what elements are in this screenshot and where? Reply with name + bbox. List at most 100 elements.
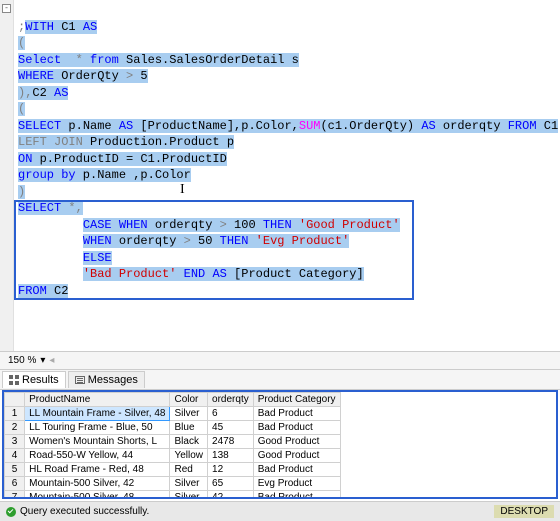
cell[interactable]: Good Product bbox=[253, 435, 340, 449]
split-handle[interactable]: ◂ bbox=[45, 355, 54, 366]
cell[interactable]: LL Touring Frame - Blue, 50 bbox=[25, 421, 170, 435]
table-row[interactable]: 1LL Mountain Frame - Silver, 48Silver6Ba… bbox=[5, 407, 341, 421]
t: AS bbox=[54, 86, 68, 100]
status-bar: Query executed successfully. DESKTOP bbox=[0, 501, 560, 521]
t: ( bbox=[18, 36, 25, 50]
annotation-box-sql bbox=[14, 200, 414, 300]
t: AS bbox=[119, 119, 133, 133]
t: 5 bbox=[133, 69, 147, 83]
zoom-value[interactable]: 150 % bbox=[4, 355, 40, 366]
table-row[interactable]: 7Mountain-500 Silver, 48Silver42Bad Prod… bbox=[5, 491, 341, 500]
cell[interactable]: Good Product bbox=[253, 449, 340, 463]
cell[interactable]: Bad Product bbox=[253, 421, 340, 435]
tab-results[interactable]: Results bbox=[2, 371, 66, 388]
t: ) bbox=[18, 185, 25, 199]
t: AS bbox=[83, 20, 97, 34]
col-orderqty[interactable]: orderqty bbox=[208, 393, 254, 407]
t: Production.Product p bbox=[83, 135, 234, 149]
t: Sales.SalesOrderDetail s bbox=[119, 53, 299, 67]
t: C1 bbox=[537, 119, 559, 133]
t: (c1.OrderQty) bbox=[320, 119, 421, 133]
col-rowhead[interactable] bbox=[5, 393, 25, 407]
row-number[interactable]: 5 bbox=[5, 463, 25, 477]
cell[interactable]: 65 bbox=[208, 477, 254, 491]
row-number[interactable]: 1 bbox=[5, 407, 25, 421]
cell[interactable]: Bad Product bbox=[253, 463, 340, 477]
cell[interactable]: 42 bbox=[208, 491, 254, 500]
row-number[interactable]: 4 bbox=[5, 449, 25, 463]
cell[interactable]: 2478 bbox=[208, 435, 254, 449]
t: [ProductName],p.Color, bbox=[133, 119, 299, 133]
fold-toggle[interactable]: - bbox=[2, 4, 11, 13]
t: AS bbox=[421, 119, 435, 133]
editor-gutter: - bbox=[0, 0, 14, 351]
row-number[interactable]: 6 bbox=[5, 477, 25, 491]
t: p.Name ,p.Color bbox=[76, 168, 191, 182]
header-row: ProductName Color orderqty Product Categ… bbox=[5, 393, 341, 407]
t: SUM bbox=[299, 119, 321, 133]
cell[interactable]: Bad Product bbox=[253, 407, 340, 421]
row-number[interactable]: 2 bbox=[5, 421, 25, 435]
t: ON bbox=[18, 152, 32, 166]
t: C1 bbox=[54, 20, 83, 34]
cell[interactable]: Mountain-500 Silver, 48 bbox=[25, 491, 170, 500]
table-row[interactable]: 4Road-550-W Yellow, 44Yellow138Good Prod… bbox=[5, 449, 341, 463]
messages-icon bbox=[75, 376, 85, 384]
cell[interactable]: 45 bbox=[208, 421, 254, 435]
results-grid[interactable]: ProductName Color orderqty Product Categ… bbox=[2, 390, 558, 499]
t: WITH bbox=[25, 20, 54, 34]
cell[interactable]: Road-550-W Yellow, 44 bbox=[25, 449, 170, 463]
tab-messages-label: Messages bbox=[88, 374, 138, 386]
t: OrderQty bbox=[54, 69, 126, 83]
grid-icon bbox=[9, 375, 19, 385]
sql-editor[interactable]: - ;WITH C1 AS ( Select * from Sales.Sale… bbox=[0, 0, 560, 352]
cell[interactable]: 138 bbox=[208, 449, 254, 463]
tab-results-label: Results bbox=[22, 374, 59, 386]
t: WHERE bbox=[18, 69, 54, 83]
t: p.Name bbox=[61, 119, 119, 133]
result-tabs: Results Messages bbox=[0, 370, 560, 390]
zoom-bar: 150 % ▾ ◂ bbox=[0, 352, 560, 370]
col-category[interactable]: Product Category bbox=[253, 393, 340, 407]
cell[interactable]: Bad Product bbox=[253, 491, 340, 500]
t: SELECT bbox=[18, 119, 61, 133]
cell[interactable]: Silver bbox=[170, 491, 208, 500]
cell[interactable]: Red bbox=[170, 463, 208, 477]
cell[interactable]: Black bbox=[170, 435, 208, 449]
t: LEFT JOIN bbox=[18, 135, 83, 149]
t: from bbox=[90, 53, 119, 67]
cell[interactable]: HL Road Frame - Red, 48 bbox=[25, 463, 170, 477]
t: ), bbox=[18, 86, 32, 100]
table-row[interactable]: 6Mountain-500 Silver, 42Silver65Evg Prod… bbox=[5, 477, 341, 491]
cell[interactable]: Silver bbox=[170, 407, 208, 421]
connection-chip[interactable]: DESKTOP bbox=[494, 505, 554, 518]
text-cursor-icon: I bbox=[180, 182, 185, 198]
cell[interactable]: Women's Mountain Shorts, L bbox=[25, 435, 170, 449]
t: Select bbox=[18, 53, 68, 67]
cell[interactable]: Yellow bbox=[170, 449, 208, 463]
cell[interactable]: Mountain-500 Silver, 42 bbox=[25, 477, 170, 491]
table-row[interactable]: 3Women's Mountain Shorts, LBlack2478Good… bbox=[5, 435, 341, 449]
t: p.ProductID = C1.ProductID bbox=[32, 152, 226, 166]
row-number[interactable]: 3 bbox=[5, 435, 25, 449]
cell[interactable]: 12 bbox=[208, 463, 254, 477]
results-table: ProductName Color orderqty Product Categ… bbox=[4, 392, 341, 499]
t: FROM bbox=[508, 119, 537, 133]
cell[interactable]: LL Mountain Frame - Silver, 48 bbox=[25, 407, 170, 421]
col-productname[interactable]: ProductName bbox=[25, 393, 170, 407]
cell[interactable]: Silver bbox=[170, 477, 208, 491]
table-row[interactable]: 2LL Touring Frame - Blue, 50Blue45Bad Pr… bbox=[5, 421, 341, 435]
col-color[interactable]: Color bbox=[170, 393, 208, 407]
cell[interactable]: Evg Product bbox=[253, 477, 340, 491]
t: C2 bbox=[32, 86, 54, 100]
t: ( bbox=[18, 102, 25, 116]
success-icon bbox=[6, 507, 16, 517]
row-number[interactable]: 7 bbox=[5, 491, 25, 500]
t: orderqty bbox=[436, 119, 508, 133]
cell[interactable]: Blue bbox=[170, 421, 208, 435]
cell[interactable]: 6 bbox=[208, 407, 254, 421]
t: * bbox=[68, 53, 90, 67]
tab-messages[interactable]: Messages bbox=[68, 371, 145, 388]
table-row[interactable]: 5HL Road Frame - Red, 48Red12Bad Product bbox=[5, 463, 341, 477]
t: group by bbox=[18, 168, 76, 182]
